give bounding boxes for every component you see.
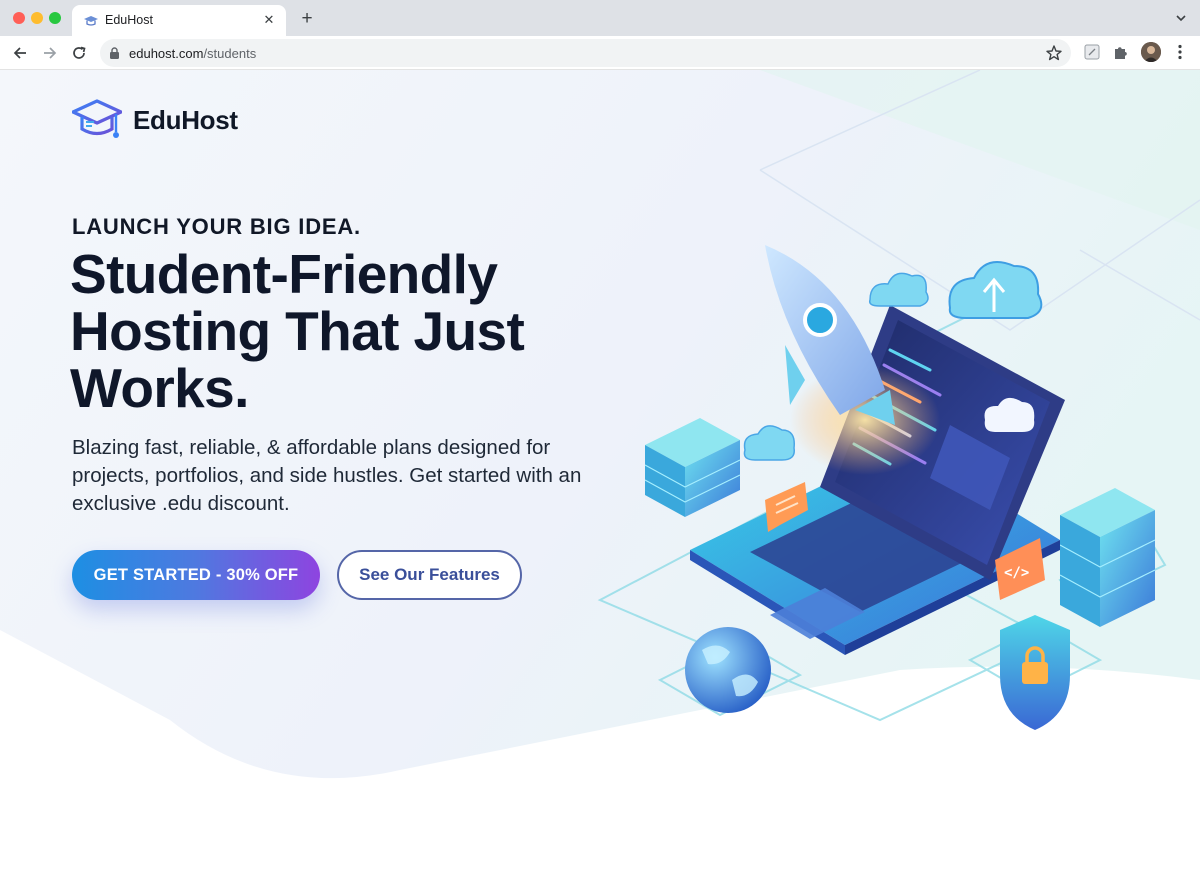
- reload-icon[interactable]: [69, 43, 89, 63]
- hero-illustration: </>: [597, 245, 1167, 730]
- browser-window: EduHost ✕ + eduhost.com/students EduHost…: [0, 0, 1200, 896]
- hero-headline: Student-Friendly Hosting That Just Works…: [70, 243, 525, 419]
- forward-icon[interactable]: [40, 43, 60, 63]
- graduation-cap-icon: [72, 99, 122, 138]
- back-icon[interactable]: [10, 43, 30, 63]
- avatar[interactable]: [1141, 42, 1161, 62]
- svg-text:</>: </>: [1004, 565, 1029, 581]
- page-content: EduHost LAUNCH YOUR BIG IDEA. Student-Fr…: [0, 70, 1200, 896]
- laptop: [690, 305, 1065, 655]
- tab-title: EduHost: [105, 13, 153, 27]
- close-window-button[interactable]: [13, 12, 25, 24]
- menu-icon[interactable]: [1172, 43, 1188, 61]
- close-icon[interactable]: ✕: [261, 12, 277, 28]
- url-text[interactable]: eduhost.com/students: [129, 46, 256, 61]
- tab-strip: EduHost ✕ +: [0, 0, 1200, 36]
- star-icon[interactable]: [1045, 44, 1063, 62]
- server-stack-right: [1059, 488, 1156, 627]
- globe-icon: [685, 627, 771, 713]
- logo-text: EduHost: [133, 105, 238, 135]
- see-features-button[interactable]: See Our Features: [337, 550, 522, 600]
- extension-icon[interactable]: [1083, 43, 1101, 61]
- browser-toolbar: eduhost.com/students: [0, 36, 1200, 70]
- plus-icon[interactable]: +: [297, 9, 317, 29]
- minimize-window-button[interactable]: [31, 12, 43, 24]
- chevron-down-icon[interactable]: [1174, 11, 1188, 25]
- get-started-button[interactable]: GET STARTED - 30% OFF: [72, 550, 320, 600]
- server-stack-left: [644, 418, 741, 517]
- hero-eyebrow: LAUNCH YOUR BIG IDEA.: [72, 214, 361, 239]
- shield-lock-icon: [1000, 615, 1070, 730]
- upload-cloud-icon: [948, 261, 1043, 319]
- lock-icon[interactable]: [109, 47, 120, 59]
- graduation-cap-icon: [84, 16, 98, 26]
- hero-description: Blazing fast, reliable, & affordable pla…: [72, 436, 582, 515]
- address-bar[interactable]: eduhost.com/students: [100, 39, 1071, 67]
- browser-tab[interactable]: EduHost ✕: [72, 5, 286, 36]
- maximize-window-button[interactable]: [49, 12, 61, 24]
- puzzle-icon[interactable]: [1112, 43, 1130, 61]
